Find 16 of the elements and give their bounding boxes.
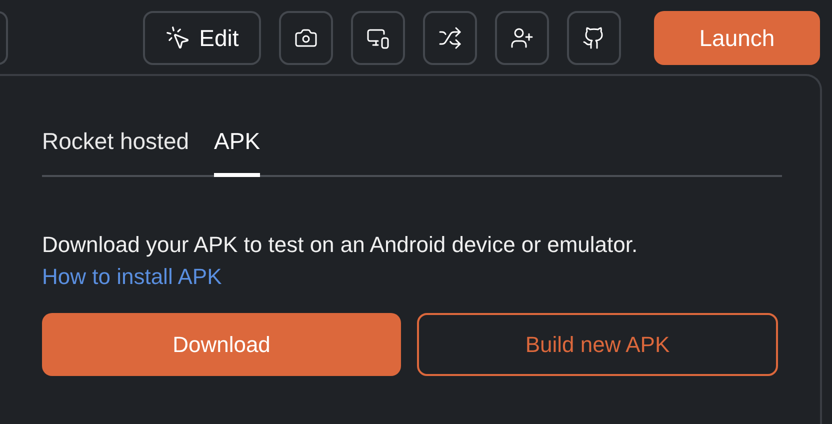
cursor-click-icon (165, 25, 192, 51)
launch-button[interactable]: Launch (654, 11, 820, 65)
shuffle-icon (438, 26, 462, 50)
shuffle-button[interactable] (423, 11, 477, 65)
build-apk-button[interactable]: Build new APK (417, 312, 778, 376)
install-link[interactable]: How to install APK (42, 260, 222, 292)
screenshot-button[interactable] (279, 11, 333, 65)
edit-button[interactable]: Edit (143, 11, 261, 65)
download-button[interactable]: Download (42, 312, 401, 376)
tab[interactable]: APK (214, 124, 260, 176)
add-user-button[interactable] (495, 11, 549, 65)
devices-button[interactable] (351, 11, 405, 65)
add-user-icon (510, 26, 534, 50)
description: Download your APK to test on an Android device or emulator. (42, 230, 639, 259)
tab[interactable]: Rocket hosted (42, 124, 190, 176)
github-button[interactable] (567, 11, 621, 65)
